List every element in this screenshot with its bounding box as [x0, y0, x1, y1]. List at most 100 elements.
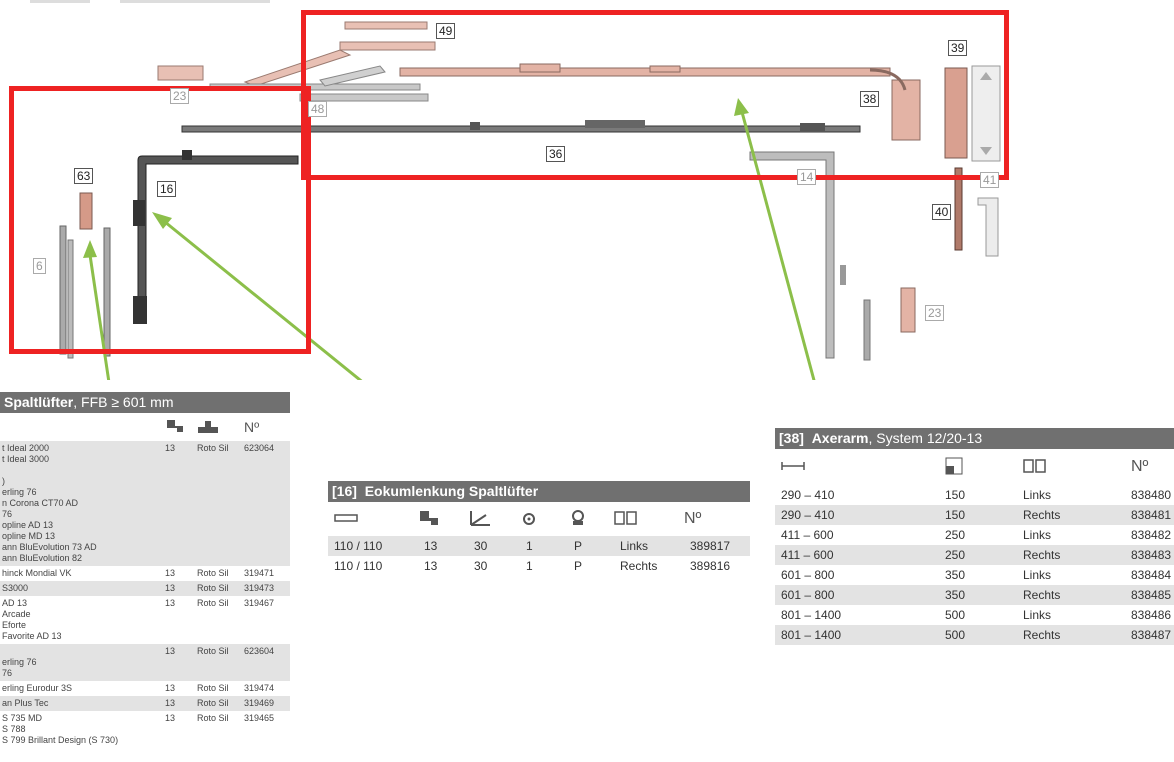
table-row: erling 76 76 13 Roto Sil 623604 — [0, 644, 290, 681]
dimension-icon — [334, 513, 358, 522]
table-header: [38] Axerarm, System 12/20-13 — [775, 428, 1174, 449]
table-row: 290 – 410 150 Links 838480 — [775, 485, 1174, 505]
article-number: 319473 — [244, 583, 275, 593]
system-name: t Ideal 2000 t Ideal 3000 ) erling 76 n … — [2, 443, 97, 563]
cell-side: Links — [1023, 568, 1052, 582]
cell-size: 150 — [945, 488, 966, 502]
material: Roto Sil — [197, 713, 229, 723]
cell-c: 1 — [526, 539, 533, 553]
table-row: 601 – 800 350 Links 838484 — [775, 565, 1174, 585]
angle-icon — [470, 510, 490, 526]
material: Roto Sil — [197, 646, 229, 656]
highlight-box-right — [301, 10, 1009, 180]
cell-no: 838486 — [1131, 608, 1172, 622]
table-row: hinck Mondial VK 13 Roto Sil 319471 — [0, 566, 290, 581]
callout-6: 6 — [33, 258, 46, 274]
material: Roto Sil — [197, 698, 229, 708]
part-23-right — [900, 287, 916, 333]
left-right-icon — [1023, 458, 1046, 473]
part-23-top — [157, 65, 204, 81]
cell-b: 30 — [474, 539, 488, 553]
groove-value: 13 — [165, 443, 176, 453]
material: Roto Sil — [197, 443, 229, 453]
table-icon-row: Nº — [0, 413, 290, 441]
axerarm-table: [38] Axerarm, System 12/20-13 Nº 290 – 4… — [775, 428, 1174, 645]
material: Roto Sil — [197, 683, 229, 693]
article-number: 319469 — [244, 698, 275, 708]
table-icon-row: Nº — [328, 502, 750, 536]
callout-63: 63 — [74, 168, 94, 184]
callout-39: 39 — [948, 40, 968, 56]
table-rows: t Ideal 2000 t Ideal 3000 ) erling 76 n … — [0, 441, 290, 748]
table-header: [16] Eokumlenkung Spaltlüfter — [328, 481, 750, 502]
cell-range: 411 – 600 — [781, 548, 834, 562]
backset-icon — [420, 510, 438, 525]
cell-no: 389817 — [690, 539, 731, 553]
callout-38: 38 — [860, 91, 880, 107]
spaltluefter-table: Spaltlüfter, FFB ≥ 601 mm Nº t Ideal 200… — [0, 392, 290, 748]
groove-value: 13 — [165, 568, 176, 578]
cell-side: Rechts — [1023, 508, 1061, 522]
groove-value: 13 — [165, 698, 176, 708]
part-41 — [977, 197, 999, 257]
cell-size: 500 — [945, 608, 966, 622]
system-name: S3000 — [2, 583, 29, 593]
cell-range: 290 – 410 — [781, 508, 835, 522]
callout-23-top: 23 — [170, 88, 190, 104]
callout-48: 48 — [308, 101, 328, 117]
groove-value: 13 — [165, 646, 176, 656]
cell-a: 13 — [424, 559, 438, 573]
article-number: 319471 — [244, 568, 275, 578]
table-title: Eokumlenkung Spaltlüfter — [364, 483, 539, 499]
table-number: [16] — [332, 483, 357, 499]
hardware-exploded-diagram: 49 23 48 39 38 36 63 16 6 14 41 40 23 — [0, 0, 1174, 511]
table-row: 110 / 110 13 30 1 P Links 389817 — [328, 536, 750, 556]
article-number-symbol: Nº — [684, 510, 702, 527]
groove-value: 13 — [165, 598, 176, 608]
cell-side: Links — [1023, 608, 1052, 622]
cell-a: 13 — [424, 539, 438, 553]
article-number: 319465 — [244, 713, 275, 723]
width-range-icon — [781, 461, 805, 470]
table-rows: 110 / 110 13 30 1 P Links 389817 110 / 110 13 30 1… — [328, 536, 750, 576]
cell-size: 350 — [945, 568, 966, 582]
cell-b: 30 — [474, 559, 488, 573]
table-row: S3000 13 Roto Sil 319473 — [0, 581, 290, 596]
system-name: hinck Mondial VK — [2, 568, 72, 578]
table-row: t Ideal 2000 t Ideal 3000 ) erling 76 n … — [0, 441, 290, 566]
table-row: 801 – 1400 500 Links 838486 — [775, 605, 1174, 625]
cell-size: 350 — [945, 588, 966, 602]
cell-no: 838487 — [1131, 628, 1172, 642]
callout-49: 49 — [436, 23, 456, 39]
cell-range: 290 – 410 — [781, 488, 835, 502]
seal-icon — [198, 420, 218, 433]
groove-value: 13 — [165, 683, 176, 693]
cell-range: 801 – 1400 — [781, 608, 842, 622]
article-number: 319467 — [244, 598, 275, 608]
table-row: 411 – 600 250 Links 838482 — [775, 525, 1174, 545]
groove-value: 13 — [165, 583, 176, 593]
cell-side: Rechts — [1023, 548, 1061, 562]
table-number: [38] — [779, 430, 804, 446]
part-40 — [954, 167, 963, 251]
table-title: Axerarm — [811, 430, 869, 446]
cell-side: Rechts — [620, 559, 658, 573]
table-row: 801 – 1400 500 Rechts 838487 — [775, 625, 1174, 645]
cell-size: 110 / 110 — [334, 539, 383, 553]
callout-36: 36 — [546, 146, 566, 162]
table-row: 110 / 110 13 30 1 P Rechts 389816 — [328, 556, 750, 576]
cell-range: 601 – 800 — [781, 588, 835, 602]
cell-side: Links — [1023, 528, 1052, 542]
cell-size: 150 — [945, 508, 966, 522]
system-name: an Plus Tec — [2, 698, 49, 708]
callout-14: 14 — [797, 169, 817, 185]
table-row: 290 – 410 150 Rechts 838481 — [775, 505, 1174, 525]
cell-no: 389816 — [690, 559, 731, 573]
cell-range: 801 – 1400 — [781, 628, 842, 642]
backset-icon — [167, 419, 183, 432]
callout-16: 16 — [157, 181, 177, 197]
table-subtitle: , FFB ≥ 601 mm — [73, 394, 174, 410]
cell-range: 601 – 800 — [781, 568, 835, 582]
table-row: erling Eurodur 3S 13 Roto Sil 319474 — [0, 681, 290, 696]
cell-side: Links — [1023, 488, 1052, 502]
